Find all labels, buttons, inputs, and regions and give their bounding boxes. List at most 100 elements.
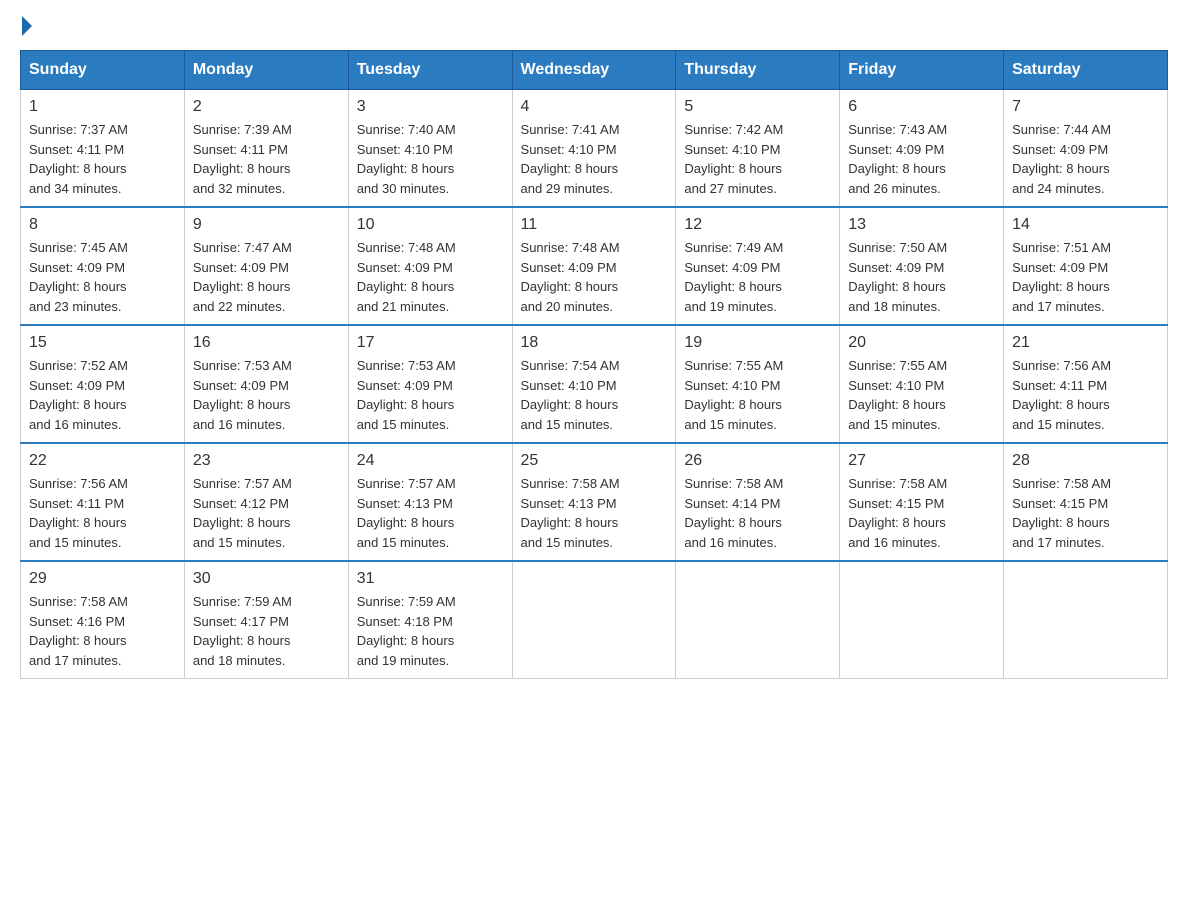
calendar-day-cell: 12 Sunrise: 7:49 AM Sunset: 4:09 PM Dayl…: [676, 207, 840, 325]
calendar-day-cell: 26 Sunrise: 7:58 AM Sunset: 4:14 PM Dayl…: [676, 443, 840, 561]
day-number: 25: [521, 452, 668, 470]
day-info: Sunrise: 7:58 AM Sunset: 4:14 PM Dayligh…: [684, 474, 831, 552]
day-number: 28: [1012, 452, 1159, 470]
calendar-empty-cell: [840, 561, 1004, 679]
day-number: 27: [848, 452, 995, 470]
day-number: 29: [29, 570, 176, 588]
calendar-day-cell: 30 Sunrise: 7:59 AM Sunset: 4:17 PM Dayl…: [184, 561, 348, 679]
calendar-day-cell: 1 Sunrise: 7:37 AM Sunset: 4:11 PM Dayli…: [21, 90, 185, 208]
calendar-week-row: 29 Sunrise: 7:58 AM Sunset: 4:16 PM Dayl…: [21, 561, 1168, 679]
calendar-day-cell: 5 Sunrise: 7:42 AM Sunset: 4:10 PM Dayli…: [676, 90, 840, 208]
day-info: Sunrise: 7:53 AM Sunset: 4:09 PM Dayligh…: [357, 356, 504, 434]
header-tuesday: Tuesday: [348, 51, 512, 90]
day-number: 26: [684, 452, 831, 470]
day-number: 2: [193, 98, 340, 116]
calendar-day-cell: 18 Sunrise: 7:54 AM Sunset: 4:10 PM Dayl…: [512, 325, 676, 443]
calendar-week-row: 1 Sunrise: 7:37 AM Sunset: 4:11 PM Dayli…: [21, 90, 1168, 208]
day-info: Sunrise: 7:54 AM Sunset: 4:10 PM Dayligh…: [521, 356, 668, 434]
day-number: 22: [29, 452, 176, 470]
day-info: Sunrise: 7:48 AM Sunset: 4:09 PM Dayligh…: [521, 238, 668, 316]
day-number: 12: [684, 216, 831, 234]
day-info: Sunrise: 7:55 AM Sunset: 4:10 PM Dayligh…: [684, 356, 831, 434]
calendar-week-row: 15 Sunrise: 7:52 AM Sunset: 4:09 PM Dayl…: [21, 325, 1168, 443]
day-info: Sunrise: 7:59 AM Sunset: 4:17 PM Dayligh…: [193, 592, 340, 670]
calendar-day-cell: 8 Sunrise: 7:45 AM Sunset: 4:09 PM Dayli…: [21, 207, 185, 325]
day-info: Sunrise: 7:41 AM Sunset: 4:10 PM Dayligh…: [521, 120, 668, 198]
day-number: 17: [357, 334, 504, 352]
day-info: Sunrise: 7:52 AM Sunset: 4:09 PM Dayligh…: [29, 356, 176, 434]
day-number: 18: [521, 334, 668, 352]
day-info: Sunrise: 7:58 AM Sunset: 4:13 PM Dayligh…: [521, 474, 668, 552]
calendar-day-cell: 19 Sunrise: 7:55 AM Sunset: 4:10 PM Dayl…: [676, 325, 840, 443]
day-number: 14: [1012, 216, 1159, 234]
calendar-day-cell: 10 Sunrise: 7:48 AM Sunset: 4:09 PM Dayl…: [348, 207, 512, 325]
day-info: Sunrise: 7:39 AM Sunset: 4:11 PM Dayligh…: [193, 120, 340, 198]
day-number: 31: [357, 570, 504, 588]
calendar-header-row: SundayMondayTuesdayWednesdayThursdayFrid…: [21, 51, 1168, 90]
header-saturday: Saturday: [1004, 51, 1168, 90]
day-number: 6: [848, 98, 995, 116]
calendar-empty-cell: [512, 561, 676, 679]
page-header: [20, 20, 1168, 30]
calendar-day-cell: 3 Sunrise: 7:40 AM Sunset: 4:10 PM Dayli…: [348, 90, 512, 208]
calendar-week-row: 22 Sunrise: 7:56 AM Sunset: 4:11 PM Dayl…: [21, 443, 1168, 561]
calendar-day-cell: 4 Sunrise: 7:41 AM Sunset: 4:10 PM Dayli…: [512, 90, 676, 208]
logo: [20, 20, 32, 30]
calendar-day-cell: 22 Sunrise: 7:56 AM Sunset: 4:11 PM Dayl…: [21, 443, 185, 561]
day-number: 1: [29, 98, 176, 116]
day-info: Sunrise: 7:49 AM Sunset: 4:09 PM Dayligh…: [684, 238, 831, 316]
day-number: 10: [357, 216, 504, 234]
calendar-day-cell: 6 Sunrise: 7:43 AM Sunset: 4:09 PM Dayli…: [840, 90, 1004, 208]
calendar-empty-cell: [1004, 561, 1168, 679]
day-number: 19: [684, 334, 831, 352]
calendar-day-cell: 25 Sunrise: 7:58 AM Sunset: 4:13 PM Dayl…: [512, 443, 676, 561]
calendar-day-cell: 29 Sunrise: 7:58 AM Sunset: 4:16 PM Dayl…: [21, 561, 185, 679]
day-number: 20: [848, 334, 995, 352]
day-info: Sunrise: 7:58 AM Sunset: 4:15 PM Dayligh…: [1012, 474, 1159, 552]
logo-general-text: [20, 20, 32, 36]
day-number: 3: [357, 98, 504, 116]
calendar-day-cell: 28 Sunrise: 7:58 AM Sunset: 4:15 PM Dayl…: [1004, 443, 1168, 561]
day-number: 13: [848, 216, 995, 234]
calendar-day-cell: 9 Sunrise: 7:47 AM Sunset: 4:09 PM Dayli…: [184, 207, 348, 325]
day-number: 30: [193, 570, 340, 588]
calendar-day-cell: 16 Sunrise: 7:53 AM Sunset: 4:09 PM Dayl…: [184, 325, 348, 443]
day-info: Sunrise: 7:50 AM Sunset: 4:09 PM Dayligh…: [848, 238, 995, 316]
day-info: Sunrise: 7:57 AM Sunset: 4:12 PM Dayligh…: [193, 474, 340, 552]
header-friday: Friday: [840, 51, 1004, 90]
calendar-day-cell: 2 Sunrise: 7:39 AM Sunset: 4:11 PM Dayli…: [184, 90, 348, 208]
day-number: 5: [684, 98, 831, 116]
day-info: Sunrise: 7:42 AM Sunset: 4:10 PM Dayligh…: [684, 120, 831, 198]
day-number: 11: [521, 216, 668, 234]
day-number: 8: [29, 216, 176, 234]
day-info: Sunrise: 7:40 AM Sunset: 4:10 PM Dayligh…: [357, 120, 504, 198]
header-monday: Monday: [184, 51, 348, 90]
day-info: Sunrise: 7:45 AM Sunset: 4:09 PM Dayligh…: [29, 238, 176, 316]
calendar-empty-cell: [676, 561, 840, 679]
day-info: Sunrise: 7:56 AM Sunset: 4:11 PM Dayligh…: [29, 474, 176, 552]
header-wednesday: Wednesday: [512, 51, 676, 90]
day-number: 23: [193, 452, 340, 470]
header-thursday: Thursday: [676, 51, 840, 90]
day-info: Sunrise: 7:51 AM Sunset: 4:09 PM Dayligh…: [1012, 238, 1159, 316]
day-number: 15: [29, 334, 176, 352]
day-info: Sunrise: 7:43 AM Sunset: 4:09 PM Dayligh…: [848, 120, 995, 198]
day-number: 24: [357, 452, 504, 470]
calendar-day-cell: 15 Sunrise: 7:52 AM Sunset: 4:09 PM Dayl…: [21, 325, 185, 443]
calendar-day-cell: 21 Sunrise: 7:56 AM Sunset: 4:11 PM Dayl…: [1004, 325, 1168, 443]
calendar-day-cell: 11 Sunrise: 7:48 AM Sunset: 4:09 PM Dayl…: [512, 207, 676, 325]
day-info: Sunrise: 7:47 AM Sunset: 4:09 PM Dayligh…: [193, 238, 340, 316]
day-info: Sunrise: 7:59 AM Sunset: 4:18 PM Dayligh…: [357, 592, 504, 670]
calendar-day-cell: 20 Sunrise: 7:55 AM Sunset: 4:10 PM Dayl…: [840, 325, 1004, 443]
day-info: Sunrise: 7:58 AM Sunset: 4:16 PM Dayligh…: [29, 592, 176, 670]
day-info: Sunrise: 7:57 AM Sunset: 4:13 PM Dayligh…: [357, 474, 504, 552]
calendar-week-row: 8 Sunrise: 7:45 AM Sunset: 4:09 PM Dayli…: [21, 207, 1168, 325]
day-number: 4: [521, 98, 668, 116]
calendar-day-cell: 14 Sunrise: 7:51 AM Sunset: 4:09 PM Dayl…: [1004, 207, 1168, 325]
day-info: Sunrise: 7:48 AM Sunset: 4:09 PM Dayligh…: [357, 238, 504, 316]
day-info: Sunrise: 7:56 AM Sunset: 4:11 PM Dayligh…: [1012, 356, 1159, 434]
calendar-day-cell: 24 Sunrise: 7:57 AM Sunset: 4:13 PM Dayl…: [348, 443, 512, 561]
day-info: Sunrise: 7:44 AM Sunset: 4:09 PM Dayligh…: [1012, 120, 1159, 198]
calendar-table: SundayMondayTuesdayWednesdayThursdayFrid…: [20, 50, 1168, 679]
calendar-day-cell: 23 Sunrise: 7:57 AM Sunset: 4:12 PM Dayl…: [184, 443, 348, 561]
